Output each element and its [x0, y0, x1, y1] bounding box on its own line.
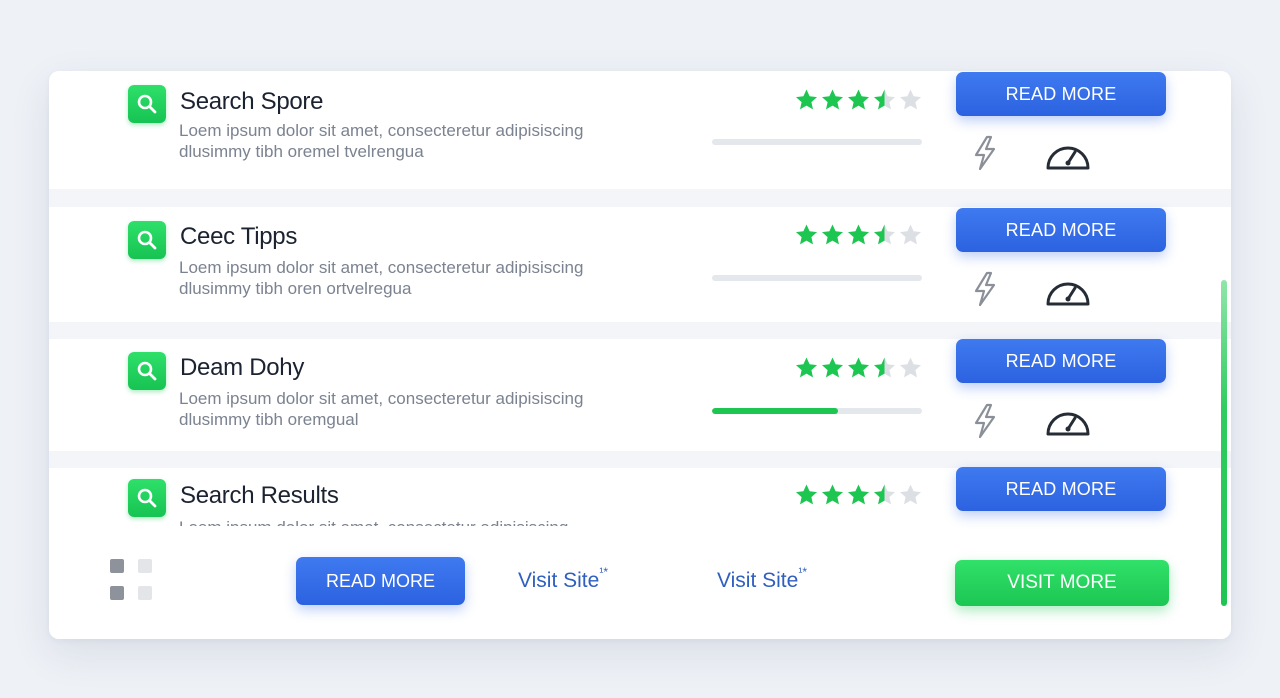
result-desc-line1: Loem ipsum dolor sit amet, consecteretur… [179, 258, 584, 277]
read-more-button[interactable]: READ MORE [956, 72, 1166, 116]
visit-more-button[interactable]: VISIT MORE [955, 560, 1169, 606]
star-full-icon [796, 357, 817, 378]
progress-bar [712, 275, 922, 281]
result-desc-line1: Loem ipsum dolor sit amet, consectetur a… [179, 517, 619, 526]
star-empty-icon [900, 484, 921, 505]
read-more-button[interactable]: READ MORE [956, 339, 1166, 383]
result-title[interactable]: Ceec Tipps [180, 223, 297, 251]
results-panel: Search Spore Loem ipsum dolor sit amet, … [49, 71, 1231, 639]
star-empty-icon [900, 89, 921, 110]
star-full-icon [822, 357, 843, 378]
result-row: Ceec Tipps Loem ipsum dolor sit amet, co… [49, 207, 1231, 322]
visit-site-mark: ¹* [599, 565, 608, 579]
result-title[interactable]: Search Spore [180, 88, 323, 116]
search-icon [128, 221, 166, 259]
result-desc-line1: Loem ipsum dolor sit amet, consecteretur… [179, 389, 584, 408]
star-full-icon [822, 224, 843, 245]
progress-bar [712, 408, 922, 414]
star-full-icon [848, 357, 869, 378]
visit-site-mark: ¹* [798, 565, 807, 579]
visit-site-label: Visit Site [518, 569, 600, 592]
star-full-icon [796, 89, 817, 110]
star-full-icon [822, 89, 843, 110]
star-half-icon [874, 224, 895, 245]
result-desc-line2: dlusimmy tibh oremel tvelrengua [179, 142, 424, 161]
visit-site-link[interactable]: Visit Site¹* [717, 565, 807, 593]
lightning-icon[interactable] [969, 134, 1001, 172]
result-row: Deam Dohy Loem ipsum dolor sit amet, con… [49, 339, 1231, 451]
star-full-icon [848, 224, 869, 245]
scrollbar[interactable] [1221, 280, 1227, 606]
visit-site-link[interactable]: Visit Site¹* [518, 565, 608, 593]
read-more-button[interactable]: READ MORE [956, 467, 1166, 511]
speedometer-icon[interactable] [1044, 407, 1092, 437]
speedometer-icon[interactable] [1044, 277, 1092, 307]
star-empty-icon [900, 224, 921, 245]
read-more-button[interactable]: READ MORE [296, 557, 465, 605]
star-empty-icon [900, 357, 921, 378]
search-icon [128, 479, 166, 517]
rating-stars [794, 483, 923, 507]
visit-site-label: Visit Site [717, 569, 799, 592]
progress-bar [712, 139, 922, 145]
result-desc-line1: Loem ipsum dolor sit amet, consecteretur… [179, 121, 584, 140]
result-desc-clip: Loem ipsum dolor sit amet, consectetur a… [49, 517, 649, 526]
star-full-icon [848, 89, 869, 110]
rating-stars [794, 88, 923, 112]
speedometer-icon[interactable] [1044, 141, 1092, 171]
result-row: Search Results Loem ipsum dolor sit amet… [49, 467, 1231, 639]
search-icon [128, 85, 166, 123]
rating-stars [794, 356, 923, 380]
result-desc-line2: dlusimmy tibh oremgual [179, 410, 359, 429]
star-half-icon [874, 357, 895, 378]
read-more-button[interactable]: READ MORE [956, 208, 1166, 252]
star-full-icon [848, 484, 869, 505]
star-half-icon [874, 89, 895, 110]
star-full-icon [822, 484, 843, 505]
result-row: Search Spore Loem ipsum dolor sit amet, … [49, 71, 1231, 189]
star-half-icon [874, 484, 895, 505]
lightning-icon[interactable] [969, 270, 1001, 308]
progress-fill [712, 408, 838, 414]
result-title[interactable]: Search Results [180, 482, 339, 510]
grid-icon[interactable] [110, 559, 152, 601]
search-icon [128, 352, 166, 390]
lightning-icon[interactable] [969, 402, 1001, 440]
star-full-icon [796, 224, 817, 245]
result-desc-line2: dlusimmy tibh oren ortvelregua [179, 279, 412, 298]
result-title[interactable]: Deam Dohy [180, 354, 304, 382]
star-full-icon [796, 484, 817, 505]
rating-stars [794, 223, 923, 247]
